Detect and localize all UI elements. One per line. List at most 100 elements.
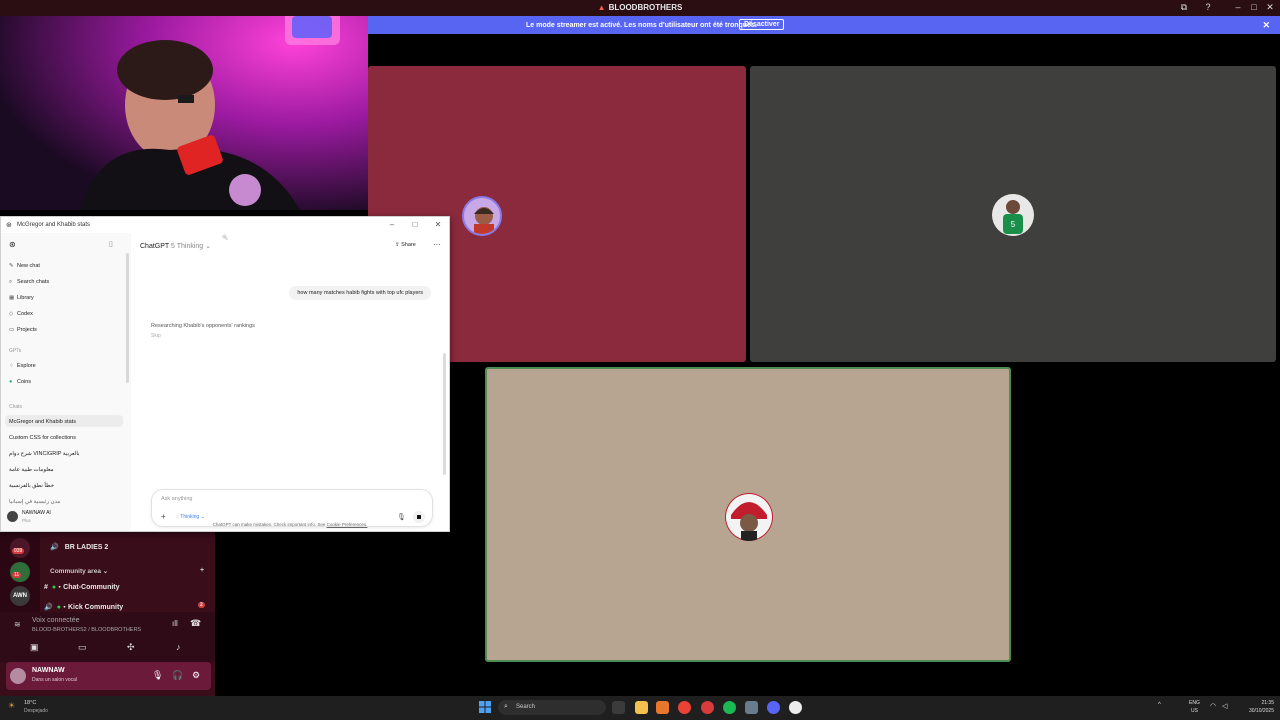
chat-item[interactable]: مدن رئيسية في إسبانيا [9,499,60,505]
maximize-button[interactable]: □ [405,220,425,229]
sidebar-item-new-chat[interactable]: ✎ New chat [9,263,40,269]
chatgpt-sidebar: ⊛ ▯ ✎ New chat ⌕ Search chats ▦ Library ◇ Co… [1,233,131,531]
chat-item[interactable]: Custom CSS for collections [9,435,76,441]
camera-icon[interactable]: ▣ [30,642,39,653]
screen: ▲ BLOODBROTHERS ⧉ ? – □ ✕ Le mode streame… [0,0,1280,720]
participant-tile[interactable]: 5 [750,66,1276,362]
help-icon[interactable]: ? [1201,2,1215,14]
spotify-icon[interactable] [723,701,736,714]
share-button[interactable]: ⇪ Share [395,242,416,248]
voice-channel-br-ladies[interactable]: 🔊 BR LADIES 2 [50,543,108,551]
sidebar-item-search-chats[interactable]: ⌕ Search chats [9,279,49,286]
codex-icon: ◇ [9,311,14,317]
cookie-preferences-link[interactable]: Cookie Preferences. [327,522,368,527]
coins-icon: ● [9,379,13,385]
window-title: BLOODBROTHERS [608,3,683,12]
thinking-icon: ◌ [176,514,179,520]
maximize-button[interactable]: □ [1247,2,1261,14]
close-button[interactable]: ✕ [1263,2,1277,14]
main-scrollbar[interactable] [443,353,446,475]
screen-share-icon[interactable]: ▭ [78,642,87,653]
chatgpt-title-bar: ⊛ McGregor and Khabib stats – □ ✕ [1,217,449,233]
disconnect-icon[interactable]: ☎ [190,618,201,629]
avatar[interactable] [10,668,26,684]
taskbar: ☀ 18°C Despejado ⌕ Search ^ ENG US ◠ ◁ 2… [0,696,1280,720]
language-bottom[interactable]: US [1191,708,1198,714]
thinking-mode-chip[interactable]: ◌ Thinking ⌄ [176,514,205,520]
volume-icon[interactable]: ◁ [1222,702,1227,710]
text-channel-chat-community[interactable]: # ●・Chat-Community [44,582,120,592]
openai-logo-icon[interactable]: ⊛ [9,240,16,249]
server-badge: 11 [12,572,22,578]
skip-button[interactable]: Skip [151,333,161,339]
server-icon[interactable]: AWN [10,586,30,606]
taskbar-search[interactable]: ⌕ Search [498,700,606,715]
weather-temp: 18°C [24,700,37,706]
settings-icon[interactable] [745,701,758,714]
user-name[interactable]: NAWNAW AI [22,510,51,516]
user-message: how many matches habib fights with top u… [289,286,431,300]
app-icon[interactable] [656,701,669,714]
clock-time[interactable]: 21:35 [1240,700,1274,706]
thinking-status: Researching Khabib's opponents' rankings [151,323,255,329]
more-options-icon[interactable]: ⋯ [433,240,441,249]
channel-badge: 2 [198,602,205,608]
clock-date[interactable]: 30/10/2025 [1234,708,1274,714]
toggle-sidebar-icon[interactable]: ▯ [109,240,113,248]
weather-icon[interactable]: ☀ [8,701,15,710]
task-view-icon[interactable] [612,701,625,714]
chatgpt-icon[interactable] [789,701,802,714]
wifi-icon[interactable]: ◠ [1210,702,1216,710]
chrome-icon[interactable] [678,701,691,714]
app-icon[interactable] [701,701,714,714]
microphone-icon[interactable]: 🎙 [397,513,406,521]
chat-item[interactable]: McGregor and Khabib stats [9,419,76,425]
close-button[interactable]: ✕ [428,220,448,229]
microphone-icon[interactable]: 🎙 [152,670,163,681]
settings-gear-icon[interactable]: ⚙ [192,670,200,681]
disable-streamer-mode-button[interactable]: Désactiver [739,19,785,30]
chat-item[interactable]: خطأ نطق بالفرنسية [9,483,54,489]
server-label: AWN [13,593,27,599]
screen-share-icon[interactable]: ⧉ [1177,2,1191,14]
sidebar-item-library[interactable]: ▦ Library [9,295,34,301]
sidebar-item-projects[interactable]: ▭ Projects [9,327,37,333]
chats-section-label: Chats [9,404,23,410]
chat-item[interactable]: معلومات طبية عامة [9,467,54,473]
weather-desc: Despejado [24,708,48,714]
noise-suppression-icon[interactable]: ıll [172,619,178,628]
sidebar-scrollbar[interactable] [126,253,129,383]
language-top[interactable]: ENG [1189,700,1200,706]
headphones-icon[interactable]: 🎧 [172,670,183,681]
soundboard-icon[interactable]: ♪ [176,642,181,652]
gpts-section-label: GPTs [9,348,22,354]
sidebar-item-coins[interactable]: ● Coins [9,379,31,385]
voice-channel-name[interactable]: BLOOD-BROTHERS2 / BLOODBROTHERS [32,627,141,633]
category-community-area[interactable]: Community area ⌄ [50,567,108,575]
participant-avatar [725,493,773,541]
minimize-button[interactable]: – [1231,2,1245,14]
participant-tile-speaking[interactable] [485,367,1011,662]
sidebar-item-codex[interactable]: ◇ Codex [9,311,33,317]
add-channel-icon[interactable]: + [200,567,204,574]
share-icon: ⇪ [395,242,400,248]
file-explorer-icon[interactable] [635,701,648,714]
minimize-button[interactable]: – [382,220,402,229]
username: NAWNAW [32,667,65,674]
close-banner-icon[interactable]: ✕ [1262,20,1270,31]
voice-channel-kick-community[interactable]: 🔊 ●・Kick Community [44,602,123,612]
chat-item[interactable]: شرح دوام VINCIGRIP بالعربية [9,451,80,457]
discord-icon[interactable] [767,701,780,714]
server-badge: 939 [12,548,25,554]
signal-icon: ≋ [14,620,21,629]
user-avatar[interactable] [7,511,18,522]
sidebar-item-explore[interactable]: ⁘ Explore [9,363,36,369]
prompt-input[interactable]: Ask anything [161,496,193,502]
streamer-mode-banner: Le mode streamer est activé. Les noms d'… [368,16,1280,34]
activities-icon[interactable]: ✣ [127,642,135,653]
search-icon: ⌕ [504,703,508,710]
tray-chevron-icon[interactable]: ^ [1158,702,1161,708]
add-attachment-icon[interactable]: + [161,512,166,521]
model-selector[interactable]: ChatGPT 5 Thinking ⌄ [140,242,211,250]
windows-start-icon[interactable] [479,701,491,713]
